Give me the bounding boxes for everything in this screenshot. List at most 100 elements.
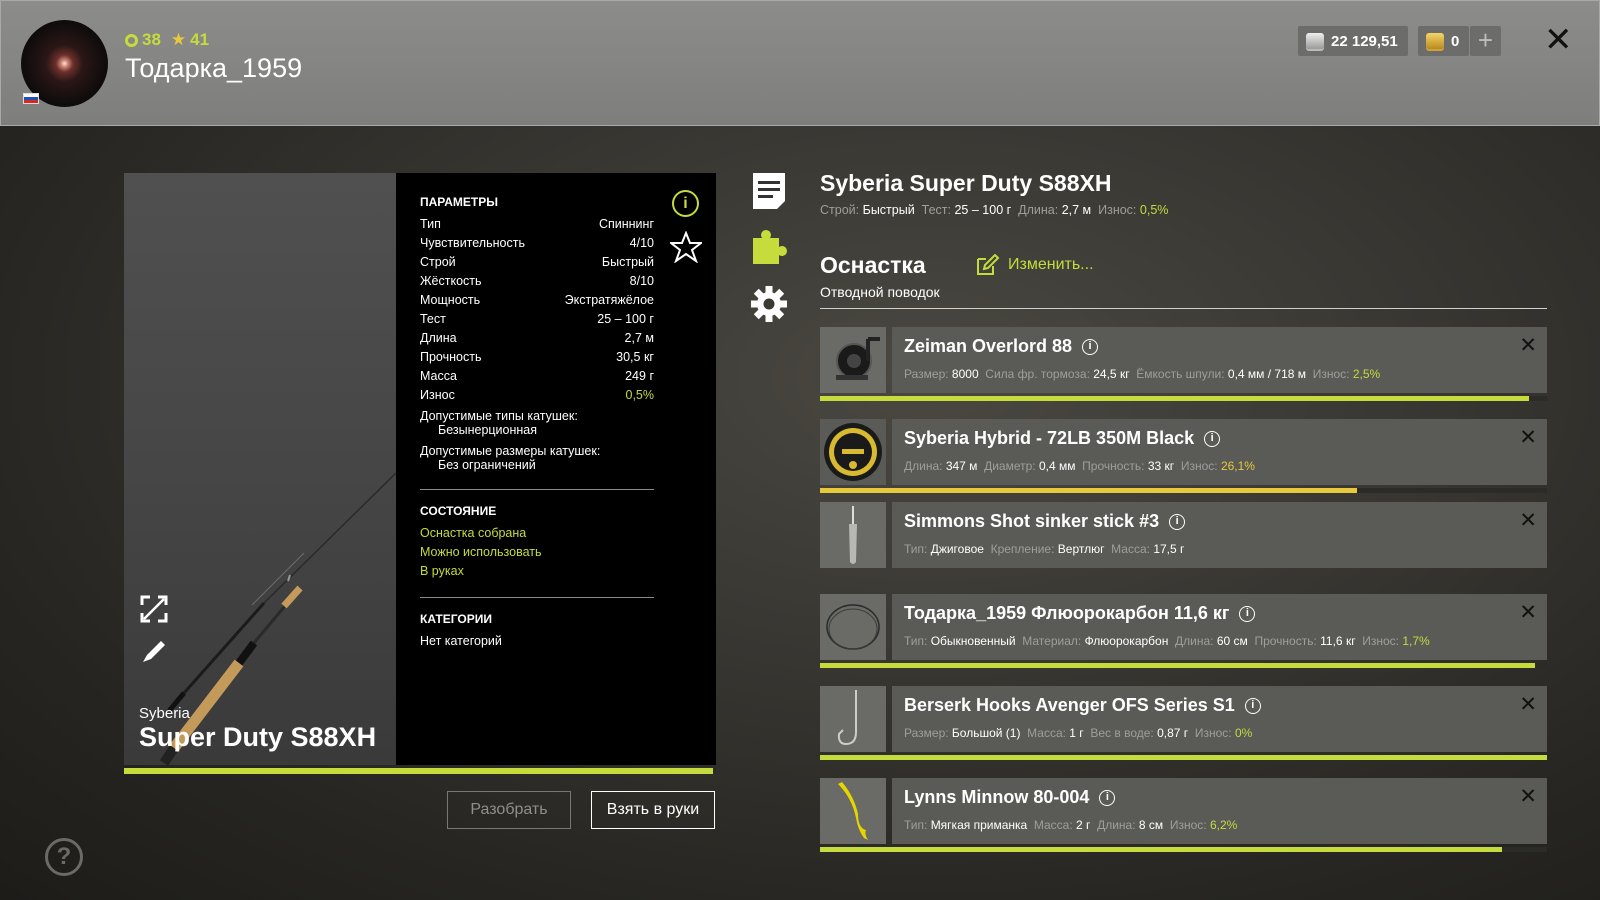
spec-label: Материал: <box>1022 634 1082 648</box>
item-info-icon[interactable]: i <box>1169 513 1186 530</box>
spec-value: 11,6 кг <box>1320 634 1356 648</box>
spec-label: Размер: <box>904 367 949 381</box>
wear-label: Износ: <box>1098 203 1137 217</box>
level-ring-icon <box>125 33 138 47</box>
param-row: Чувствительность 4/10 <box>420 234 654 253</box>
remove-item-button[interactable]: ✕ <box>1519 784 1537 809</box>
rod-brand: Syberia <box>139 705 190 722</box>
reel-types-value: Безынерционная <box>438 423 538 437</box>
param-value: Спиннинг <box>598 217 654 231</box>
spec-label: Диаметр: <box>984 459 1036 473</box>
remove-item-button[interactable]: ✕ <box>1519 333 1537 358</box>
help-icon[interactable]: ? <box>45 838 83 876</box>
take-in-hands-button[interactable]: Взять в руки <box>591 791 715 829</box>
item-condition-fill <box>820 847 1502 852</box>
disassemble-button[interactable]: Разобрать <box>447 791 571 829</box>
state-title: СОСТОЯНИЕ <box>420 504 497 518</box>
spec-label: Размер: <box>904 726 949 740</box>
spec-value: Большой (1) <box>951 726 1021 740</box>
item-condition-fill <box>820 755 1547 760</box>
player-name: Тодарка_1959 <box>125 53 303 83</box>
remove-item-button[interactable]: ✕ <box>1519 425 1537 450</box>
top-bar: 38 ★ 41 Тодарка_1959 22 129,51 0 + ✕ <box>0 0 1600 126</box>
spec-value: 8000 <box>951 367 979 381</box>
spec-label: Износ: <box>1194 726 1232 740</box>
item-name: Berserk Hooks Avenger OFS Series S1 i <box>904 695 1261 716</box>
param-label: Прочность <box>420 350 482 364</box>
param-value: Быстрый <box>601 255 654 269</box>
param-value: 249 г <box>625 369 654 383</box>
item-info-icon[interactable]: i <box>1244 697 1261 714</box>
spec-value: 8 см <box>1138 818 1164 832</box>
param-value: 0,5% <box>625 388 655 402</box>
spec-label: Вес в воде: <box>1090 726 1154 740</box>
rod-picture <box>159 472 396 765</box>
settings-tab-icon[interactable] <box>750 284 788 324</box>
param-value: 8/10 <box>629 274 654 288</box>
rod-condition-fill <box>124 768 714 774</box>
item-info-icon[interactable]: i <box>1099 789 1116 806</box>
param-value: Экстратяжёлое <box>564 293 654 307</box>
tackle-item[interactable]: Zeiman Overlord 88 i Размер: 8000 Сила фр.… <box>820 327 1547 393</box>
item-name: Simmons Shot sinker stick #3 i <box>904 511 1186 532</box>
spec-value: 17,5 г <box>1153 542 1185 556</box>
remove-item-button[interactable]: ✕ <box>1519 600 1537 625</box>
description-tab-icon[interactable] <box>750 171 788 211</box>
reel-types-label: Допустимые типы катушек: <box>420 409 578 423</box>
spec-label: Масса: <box>1111 542 1150 556</box>
item-condition-fill <box>820 663 1535 668</box>
state-in-hands: В руках <box>420 564 464 578</box>
detail-specs: Строй: Быстрый Тест: 25 – 100 г Длина: 2… <box>820 203 1168 217</box>
param-label: Строй <box>420 255 456 269</box>
item-specs: Размер: 8000 Сила фр. тормоза: 24,5 кг Ё… <box>904 367 1387 381</box>
param-row: Строй Быстрый <box>420 253 654 272</box>
tackle-tab-icon[interactable] <box>750 228 788 268</box>
tackle-item[interactable]: Syberia Hybrid - 72LB 350M Black i Длина: … <box>820 419 1547 485</box>
remove-item-button[interactable]: ✕ <box>1519 508 1537 533</box>
item-info-icon[interactable]: i <box>1239 605 1256 622</box>
spec-value: Обыкновенный <box>930 634 1016 648</box>
close-button[interactable]: ✕ <box>1544 23 1573 57</box>
tackle-divider <box>820 308 1547 309</box>
item-condition-bar <box>820 663 1547 668</box>
item-specs: Размер: Большой (1) Масса: 1 г Вес в вод… <box>904 726 1259 740</box>
item-body: Lynns Minnow 80-004 i Тип: Мягкая приманка… <box>892 778 1547 844</box>
param-row: Прочность 30,5 кг <box>420 348 654 367</box>
gold-amount: 0 <box>1451 32 1460 50</box>
fullscreen-icon[interactable] <box>139 594 169 624</box>
param-label: Чувствительность <box>420 236 525 250</box>
param-value: 2,7 м <box>624 331 654 345</box>
param-label: Износ <box>420 388 455 402</box>
item-info-icon[interactable]: i <box>1082 338 1099 355</box>
spec-value: 0,4 мм / 718 м <box>1227 367 1307 381</box>
item-name: Lynns Minnow 80-004 i <box>904 787 1116 808</box>
detail-title: Syberia Super Duty S88XH <box>820 170 1112 196</box>
state-usable: Можно использовать <box>420 545 542 559</box>
param-label: Жёсткость <box>420 274 482 288</box>
spec-value: 347 м <box>945 459 978 473</box>
param-row: Жёсткость 8/10 <box>420 272 654 291</box>
change-rig-button[interactable]: Изменить... <box>976 254 1094 276</box>
tackle-item[interactable]: Simmons Shot sinker stick #3 i Тип: Джигов… <box>820 502 1547 568</box>
item-condition-bar <box>820 396 1547 401</box>
spec-label: Длина: <box>904 459 943 473</box>
rename-pen-icon[interactable] <box>139 636 169 666</box>
tackle-item[interactable]: Lynns Minnow 80-004 i Тип: Мягкая приманка… <box>820 778 1547 844</box>
param-row: Износ 0,5% <box>420 386 654 405</box>
param-row: Мощность Экстратяжёлое <box>420 291 654 310</box>
info-icon[interactable]: i <box>672 190 699 217</box>
item-condition-bar <box>820 488 1547 493</box>
item-info-icon[interactable]: i <box>1204 430 1221 447</box>
add-currency-button[interactable]: + <box>1470 26 1501 56</box>
silver-balance: 22 129,51 <box>1298 26 1408 56</box>
tackle-item[interactable]: Тодарка_1959 Флюорокарбон 11,6 кг i Тип: О… <box>820 594 1547 660</box>
param-label: Тест <box>420 312 446 326</box>
item-name-text: Lynns Minnow 80-004 <box>904 787 1090 807</box>
remove-item-button[interactable]: ✕ <box>1519 692 1537 717</box>
item-body: Berserk Hooks Avenger OFS Series S1 i Разм… <box>892 686 1547 752</box>
favorite-star-icon[interactable] <box>670 231 702 263</box>
spec-label: Масса: <box>1027 726 1066 740</box>
player-level: 38 <box>142 30 161 49</box>
item-condition-bar <box>820 755 1547 760</box>
tackle-item[interactable]: Berserk Hooks Avenger OFS Series S1 i Разм… <box>820 686 1547 752</box>
